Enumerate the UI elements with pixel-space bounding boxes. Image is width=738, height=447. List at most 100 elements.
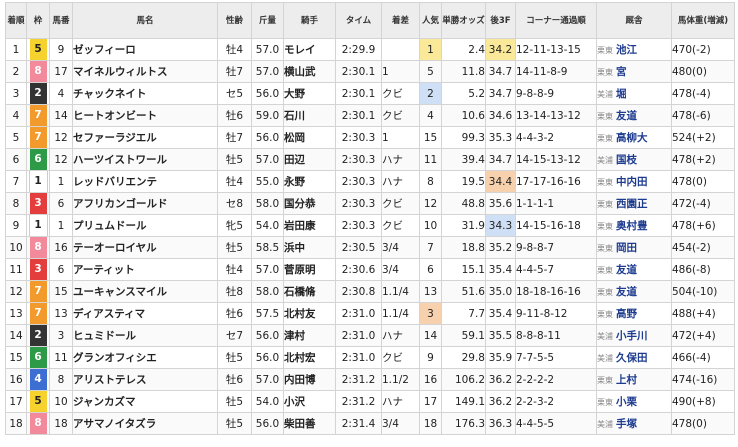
jockey-link[interactable]: 永野 — [283, 170, 336, 193]
jockey-link[interactable]: 柴田善 — [283, 412, 336, 435]
jockey-link[interactable]: 北村友 — [283, 302, 336, 325]
header-margin[interactable]: 着差 — [381, 2, 420, 39]
popularity-cell: 14 — [419, 324, 442, 347]
jockey-link[interactable]: 菅原明 — [283, 258, 336, 281]
sexage-cell: 牡7 — [217, 126, 252, 149]
trainer-link[interactable]: 高柳大 — [616, 132, 648, 144]
trainer-link[interactable]: 岡田 — [616, 242, 637, 254]
margin-cell: クビ — [381, 346, 420, 369]
corner-cell: 18-18-16-16 — [515, 280, 597, 303]
corner-cell: 14-11-8-9 — [515, 60, 597, 83]
jockey-link[interactable]: 国分恭 — [283, 192, 336, 215]
trainer-link[interactable]: 中内田 — [616, 176, 648, 188]
waku-badge: 8 — [29, 237, 47, 258]
last3f-cell: 35.4 — [485, 302, 516, 325]
header-bodyweight[interactable]: 馬体重(増減) — [671, 2, 735, 39]
horse-name-link[interactable]: ジャンカズマ — [72, 390, 218, 413]
header-umaban[interactable]: 馬番 — [49, 2, 73, 39]
trainer-link[interactable]: 奥村豊 — [616, 220, 648, 232]
popularity-cell: 10 — [419, 214, 442, 237]
horse-name-link[interactable]: テーオーロイヤル — [72, 236, 218, 259]
horse-name-link[interactable]: ゼッフィーロ — [72, 38, 218, 61]
trainer-link[interactable]: 宮 — [616, 66, 627, 78]
header-trainer[interactable]: 厩舎 — [596, 2, 672, 39]
trainer-link[interactable]: 友道 — [616, 286, 637, 298]
trainer-link[interactable]: 高野 — [616, 308, 637, 320]
odds-cell: 29.8 — [441, 346, 486, 369]
waku-cell: 7 — [26, 280, 50, 303]
trainer-cell: 栗東 西園正 — [596, 192, 672, 215]
header-name[interactable]: 馬名 — [72, 2, 218, 39]
trainer-link[interactable]: 小手川 — [616, 330, 648, 342]
horse-name-link[interactable]: ディアスティマ — [72, 302, 218, 325]
header-last3f[interactable]: 後3F — [485, 2, 516, 39]
jockey-link[interactable]: 小沢 — [283, 390, 336, 413]
header-jockey[interactable]: 騎手 — [283, 2, 336, 39]
horse-name-link[interactable]: アーティット — [72, 258, 218, 281]
header-popularity[interactable]: 人気 — [419, 2, 442, 39]
jockey-link[interactable]: 石橋脩 — [283, 280, 336, 303]
jockey-link[interactable]: 田辺 — [283, 148, 336, 171]
weight-cell: 56.0 — [251, 82, 284, 105]
time-cell: 2:31.0 — [335, 324, 382, 347]
jockey-link[interactable]: 内田博 — [283, 368, 336, 391]
trainer-cell: 美浦堀 — [596, 82, 672, 105]
horse-name-link[interactable]: マイネルウィルトス — [72, 60, 218, 83]
header-rank[interactable]: 着順 — [5, 2, 27, 39]
jockey-link[interactable]: 浜中 — [283, 236, 336, 259]
trainer-link[interactable]: 手塚 — [616, 418, 637, 430]
trainer-link[interactable]: 上村 — [616, 374, 637, 386]
waku-cell: 8 — [26, 412, 50, 435]
waku-badge: 2 — [29, 325, 47, 346]
trainer-link[interactable]: 堀 — [616, 88, 627, 100]
horse-name-link[interactable]: グランオフィシエ — [72, 346, 218, 369]
waku-badge: 7 — [29, 281, 47, 302]
horse-name-link[interactable]: ヒュミドール — [72, 324, 218, 347]
header-odds[interactable]: 単勝オッズ — [441, 2, 486, 39]
trainer-region: 栗東 — [597, 398, 614, 407]
bodyweight-cell: 472(-4) — [671, 192, 735, 215]
table-body: 1 5 9 ゼッフィーロ 牡4 57.0 モレイ 2:29.9 1 2.4 34.2 12-11-13… — [5, 38, 735, 435]
waku-cell: 2 — [26, 324, 50, 347]
bodyweight-cell: 478(0) — [671, 412, 735, 435]
trainer-link[interactable]: 池江 — [616, 44, 637, 56]
jockey-link[interactable]: 北村宏 — [283, 346, 336, 369]
jockey-link[interactable]: 横山武 — [283, 60, 336, 83]
trainer-link[interactable]: 友道 — [616, 264, 637, 276]
header-waku[interactable]: 枠 — [26, 2, 50, 39]
horse-name-link[interactable]: アサマノイタズラ — [72, 412, 218, 435]
odds-cell: 18.8 — [441, 236, 486, 259]
horse-name-link[interactable]: セファーラジエル — [72, 126, 218, 149]
jockey-link[interactable]: 大野 — [283, 82, 336, 105]
margin-cell: クビ — [381, 104, 420, 127]
jockey-link[interactable]: モレイ — [283, 38, 336, 61]
horse-name-link[interactable]: チャックネイト — [72, 82, 218, 105]
trainer-cell: 栗東 友道 — [596, 258, 672, 281]
trainer-link[interactable]: 西園正 — [616, 198, 648, 210]
header-sexage[interactable]: 性齢 — [217, 2, 252, 39]
jockey-link[interactable]: 岩田康 — [283, 214, 336, 237]
horse-name-link[interactable]: ユーキャンスマイル — [72, 280, 218, 303]
horse-name-link[interactable]: ハーツイストワール — [72, 148, 218, 171]
waku-badge: 5 — [29, 391, 47, 412]
jockey-link[interactable]: 津村 — [283, 324, 336, 347]
margin-cell: クビ — [381, 192, 420, 215]
waku-badge: 6 — [29, 149, 47, 170]
header-corner[interactable]: コーナー通過順 — [515, 2, 597, 39]
horse-name-link[interactable]: アリストテレス — [72, 368, 218, 391]
horse-name-link[interactable]: ヒートオンビート — [72, 104, 218, 127]
trainer-link[interactable]: 小栗 — [616, 396, 637, 408]
bodyweight-cell: 490(+8) — [671, 390, 735, 413]
header-time[interactable]: タイム — [335, 2, 382, 39]
jockey-link[interactable]: 松岡 — [283, 126, 336, 149]
trainer-link[interactable]: 友道 — [616, 110, 637, 122]
header-weight[interactable]: 斤量 — [251, 2, 284, 39]
trainer-link[interactable]: 久保田 — [616, 352, 648, 364]
trainer-link[interactable]: 国枝 — [616, 154, 637, 166]
rank-cell: 17 — [5, 390, 27, 413]
horse-name-link[interactable]: レッドバリエンテ — [72, 170, 218, 193]
jockey-link[interactable]: 石川 — [283, 104, 336, 127]
horse-name-link[interactable]: プリュムドール — [72, 214, 218, 237]
horse-name-link[interactable]: アフリカンゴールド — [72, 192, 218, 215]
trainer-cell: 栗東 高野 — [596, 302, 672, 325]
